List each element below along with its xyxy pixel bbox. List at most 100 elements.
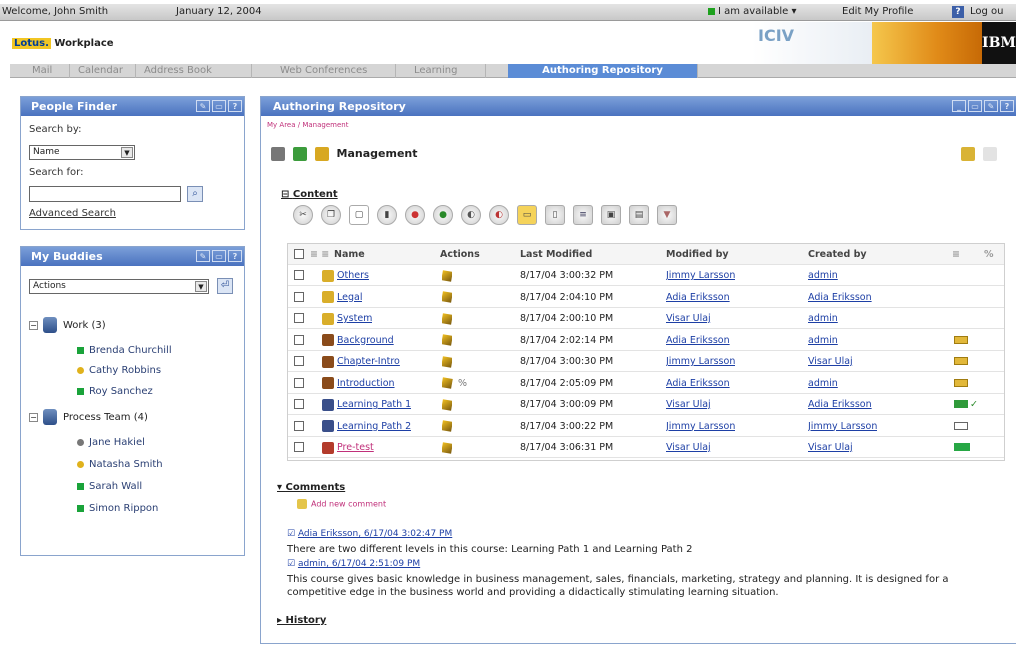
check-in-icon[interactable]: ◐ (489, 205, 509, 225)
created-by-link[interactable]: admin (808, 378, 838, 389)
edit-action-icon[interactable] (442, 355, 452, 368)
column-header-modified-by[interactable]: Modified by (666, 244, 729, 265)
edit-icon[interactable]: ✎ (196, 100, 210, 112)
buddy-item[interactable]: Jane Hakiel (77, 437, 145, 448)
binoculars-icon[interactable] (271, 147, 285, 161)
breadcrumb[interactable]: My Area / Management (267, 121, 348, 129)
row-checkbox[interactable] (294, 399, 304, 409)
modified-by-link[interactable]: Jimmy Larsson (666, 356, 735, 367)
item-name-link[interactable]: Background (337, 335, 394, 346)
table-row[interactable]: Introduction% 8/17/04 2:05:09 PM Adia Erik… (288, 373, 1004, 394)
table-row[interactable]: Legal 8/17/04 2:04:10 PM Adia Eriksson Adia… (288, 287, 1004, 308)
created-by-link[interactable]: Adia Eriksson (808, 292, 872, 303)
modified-by-link[interactable]: Adia Eriksson (666, 378, 730, 389)
tab-calendar[interactable]: Calendar (70, 64, 136, 78)
buddy-item[interactable]: Simon Rippon (77, 503, 158, 514)
modified-by-link[interactable]: Visar Ulaj (666, 399, 711, 410)
item-name-link[interactable]: Pre-test (337, 442, 374, 453)
comment-author-link[interactable]: Adia Eriksson, 6/17/04 3:02:47 PM (298, 529, 452, 539)
tab-learning[interactable]: Learning (406, 64, 486, 78)
logout-link[interactable]: Log ou (970, 6, 1004, 17)
edit-action-icon[interactable] (442, 334, 452, 346)
buddy-item[interactable]: Brenda Churchill (77, 345, 172, 356)
help-icon[interactable]: ? (228, 250, 242, 262)
paste-icon[interactable]: ▢ (349, 205, 369, 225)
buddy-item[interactable]: Sarah Wall (77, 481, 142, 492)
new-folder-icon[interactable]: ▭ (517, 205, 537, 225)
modified-by-link[interactable]: Visar Ulaj (666, 442, 711, 453)
tab-address-book[interactable]: Address Book (136, 64, 252, 78)
tab-mail[interactable]: Mail (24, 64, 70, 78)
search-by-select[interactable]: Name ▼ (29, 145, 135, 160)
column-header-actions[interactable]: Actions (440, 244, 480, 265)
edit-action-icon[interactable] (442, 377, 453, 389)
search-input[interactable] (29, 186, 181, 202)
modified-by-link[interactable]: Adia Eriksson (666, 335, 730, 346)
collapse-icon[interactable]: ▭ (212, 250, 226, 262)
content-section-toggle[interactable]: ⊟ Content (281, 189, 338, 200)
collapse-icon[interactable]: − (29, 412, 38, 422)
publish-icon[interactable]: ▼ (657, 205, 677, 225)
buddy-item[interactable]: Roy Sanchez (77, 386, 153, 397)
item-name-link[interactable]: Others (337, 270, 369, 281)
maximize-icon[interactable]: ▭ (968, 100, 982, 112)
buddy-item[interactable]: Cathy Robbins (77, 365, 161, 376)
add-comment-link[interactable]: Add new comment (297, 499, 386, 509)
item-name-link[interactable]: Chapter-Intro (337, 356, 400, 367)
edit-action-icon[interactable] (442, 398, 452, 411)
unlock-icon[interactable]: ● (433, 205, 453, 225)
column-header-last-modified[interactable]: Last Modified (520, 244, 592, 265)
created-by-link[interactable]: Visar Ulaj (808, 356, 853, 367)
delete-icon[interactable]: ▮ (377, 205, 397, 225)
table-row[interactable]: Others 8/17/04 3:00:32 PM Jimmy Larsson adm… (288, 265, 1004, 286)
search-icon[interactable]: ⌕ (187, 186, 203, 202)
row-checkbox[interactable] (294, 270, 304, 280)
item-name-link[interactable]: Learning Path 2 (337, 421, 411, 432)
created-by-link[interactable]: Adia Eriksson (808, 399, 872, 410)
tab-web-conferences[interactable]: Web Conferences (272, 64, 396, 78)
lock-icon[interactable]: ● (405, 205, 425, 225)
check-out-icon[interactable]: ◐ (461, 205, 481, 225)
comments-section-toggle[interactable]: ▾ Comments (277, 482, 345, 493)
table-row[interactable]: Learning Path 1 8/17/04 3:00:09 PM Visar U… (288, 394, 1004, 415)
row-checkbox[interactable] (294, 420, 304, 431)
tab-authoring-repository[interactable]: Authoring Repository (508, 64, 698, 78)
row-checkbox[interactable] (294, 334, 304, 345)
column-header-name[interactable]: Name (334, 244, 365, 265)
edit-action-icon[interactable] (442, 291, 452, 303)
sort-icon[interactable]: ≡ ≡ (310, 244, 329, 265)
row-checkbox[interactable] (294, 377, 304, 388)
table-row[interactable]: Background 8/17/04 2:02:14 PM Adia Eriksso… (288, 330, 1004, 351)
status-menu[interactable]: I am available ▾ (708, 6, 797, 17)
advanced-search-link[interactable]: Advanced Search (29, 208, 116, 219)
folder-up-icon[interactable] (292, 147, 307, 161)
collapse-icon[interactable]: − (29, 320, 38, 330)
copy-icon[interactable]: ❐ (321, 205, 341, 225)
comment-author-link[interactable]: admin, 6/17/04 2:51:09 PM (298, 559, 420, 569)
edit-action-icon[interactable] (442, 312, 452, 325)
created-by-link[interactable]: Jimmy Larsson (808, 421, 877, 432)
table-row[interactable]: System 8/17/04 2:00:10 PM Visar Ulaj admin (288, 308, 1004, 329)
edit-action-icon[interactable] (442, 269, 452, 282)
help-icon[interactable]: ? (952, 6, 964, 18)
edit-icon[interactable]: ✎ (196, 250, 210, 262)
created-by-link[interactable]: admin (808, 335, 838, 346)
buddy-group-process-team[interactable]: − Process Team (4) (29, 409, 148, 425)
edit-action-icon[interactable] (442, 420, 452, 432)
filter-column-icon[interactable]: % (984, 244, 994, 265)
row-checkbox[interactable] (294, 291, 304, 302)
history-section-toggle[interactable]: ▸ History (277, 615, 326, 626)
item-name-link[interactable]: Introduction (337, 378, 395, 389)
column-header-created-by[interactable]: Created by (808, 244, 867, 265)
created-by-link[interactable]: admin (808, 270, 838, 281)
help-icon[interactable]: ? (228, 100, 242, 112)
buddy-item[interactable]: Natasha Smith (77, 459, 163, 470)
edit-icon[interactable] (961, 147, 975, 161)
export-icon[interactable]: ▤ (629, 205, 649, 225)
row-checkbox[interactable] (294, 313, 304, 323)
item-name-link[interactable]: System (337, 313, 372, 324)
row-checkbox[interactable] (294, 356, 304, 366)
edit-action-icon[interactable] (442, 441, 452, 454)
row-checkbox[interactable] (294, 442, 304, 452)
select-all-checkbox[interactable] (294, 249, 304, 259)
